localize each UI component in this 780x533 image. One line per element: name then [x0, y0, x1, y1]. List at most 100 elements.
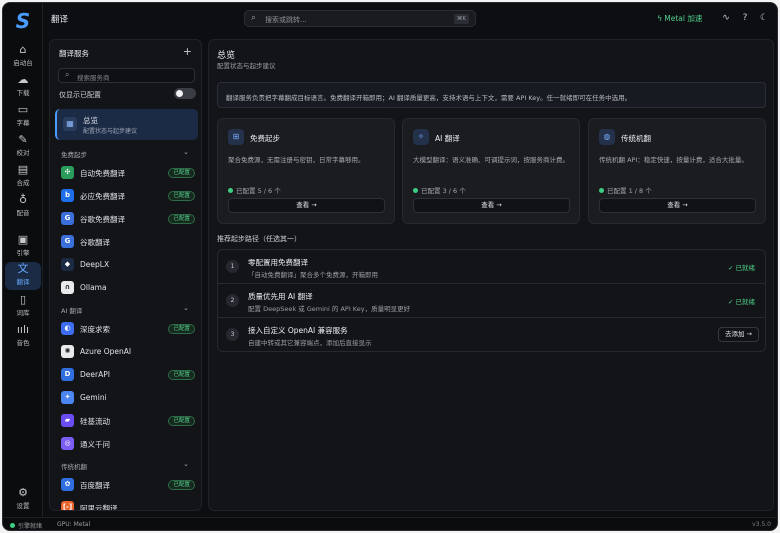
- rail-item-settings[interactable]: ⚙ 设置: [5, 486, 41, 514]
- card-traditional: ◍ 传统机翻 传统机翻 API：稳定快速，按量计费，适合大批量。 已配置 1 /…: [588, 118, 766, 224]
- status-dot: [228, 188, 233, 193]
- provider-item[interactable]: ✦ Gemini: [61, 389, 198, 407]
- provider-item[interactable]: G 谷歌翻译: [61, 233, 198, 251]
- provider-name: DeepLX: [80, 260, 110, 269]
- provider-item[interactable]: b 必应免费翻译 已配置: [61, 187, 198, 205]
- provider-name: 谷歌翻译: [80, 238, 110, 247]
- provider-logo-icon: ∩: [61, 281, 74, 294]
- add-custom-button[interactable]: 去添加 →: [717, 327, 759, 342]
- waveform-icon: ıılı: [16, 323, 30, 336]
- provider-item[interactable]: ◐ 深度求索 已配置: [61, 320, 198, 338]
- engine-status: 引擎就绪: [18, 523, 43, 530]
- group-header-ai[interactable]: AI 翻译 ⌄: [61, 304, 189, 315]
- app-window: S ⌂ 启动台 ☁ 下载 ▭ 字幕 ✎ 校对 ▤ 合成 ♁ 配音 ▣ 引擎 文 …: [2, 2, 778, 531]
- nav-rail: S ⌂ 启动台 ☁ 下载 ▭ 字幕 ✎ 校对 ▤ 合成 ♁ 配音 ▣ 引擎 文 …: [3, 3, 43, 517]
- configured-badge: 已配置: [168, 214, 195, 224]
- card-free: ⊞ 免费起步 聚合免费源，无需注册与密钥，日常字幕够用。 已配置 5 / 6 个…: [217, 118, 395, 224]
- subtitle-icon: ▭: [17, 103, 29, 116]
- global-search-input[interactable]: ⌕ 搜索或跳转... ⌘K: [244, 10, 476, 27]
- provider-name: DeerAPI: [80, 370, 110, 379]
- rail-item-glossary[interactable]: ▯ 词库: [5, 293, 41, 321]
- group-header-traditional[interactable]: 传统机翻 ⌄: [61, 460, 189, 471]
- help-icon[interactable]: ?: [738, 11, 752, 25]
- pen-icon: ✎: [18, 133, 28, 146]
- engine-status-dot: [10, 523, 15, 528]
- provider-name: 深度求索: [80, 325, 110, 334]
- top-bar: 翻译 ⌕ 搜索或跳转... ⌘K ϟ Metal 加速 ∿ ? ☾: [43, 3, 777, 35]
- sparkle-icon: ✧: [413, 129, 429, 145]
- card-status: 已配置 5 / 6 个: [228, 185, 281, 195]
- add-provider-button[interactable]: +: [183, 45, 192, 58]
- configured-badge: 已配置: [168, 370, 195, 380]
- grid-icon: ▦: [63, 117, 77, 131]
- configured-badge: 已配置: [168, 416, 195, 426]
- rail-item-proofread[interactable]: ✎ 校对: [5, 133, 41, 161]
- provider-name: 必应免费翻译: [80, 192, 125, 201]
- section-subtitle: 配置状态与起步建议: [217, 62, 276, 70]
- rail-item-launchpad[interactable]: ⌂ 启动台: [5, 43, 41, 71]
- provider-item[interactable]: G 谷歌免费翻译 已配置: [61, 210, 198, 228]
- sidebar-item-overview[interactable]: ▦ 总览 配置状态与起步建议: [55, 109, 198, 140]
- chevron-down-icon: ⌄: [183, 460, 189, 468]
- card-ai: ✧ AI 翻译 大模型翻译：语义准确、可调提示词，按服务商计费。 已配置 3 /…: [402, 118, 580, 224]
- search-icon: ⌕: [251, 13, 257, 23]
- gear-icon: ⚙: [18, 486, 28, 499]
- configured-only-toggle[interactable]: [174, 88, 196, 99]
- gift-icon: ⊞: [228, 129, 244, 145]
- rail-item-subtitle[interactable]: ▭ 字幕: [5, 103, 41, 131]
- provider-name: Gemini: [80, 393, 107, 402]
- recommend-heading: 推荐起步路径（任选其一）: [217, 235, 301, 243]
- bolt-icon: ϟ: [657, 14, 663, 23]
- view-ai-button[interactable]: 查看 →: [413, 198, 570, 213]
- sidebar-title: 翻译服务: [59, 49, 89, 58]
- rail-item-download[interactable]: ☁ 下载: [5, 73, 41, 101]
- provider-logo-icon: G: [61, 235, 74, 248]
- configured-badge: 已配置: [168, 191, 195, 201]
- step-row: 2 质量优先用 AI 翻译 配置 DeepSeek 或 Gemini 的 API…: [218, 284, 765, 318]
- configured-badge: 已配置: [168, 168, 195, 178]
- home-icon: ⌂: [19, 43, 27, 56]
- activity-icon[interactable]: ∿: [719, 11, 733, 25]
- chevron-down-icon: ⌄: [183, 148, 189, 156]
- provider-search-input[interactable]: ⌕ 搜索服务商: [58, 68, 195, 83]
- provider-logo-icon: ◎: [61, 437, 74, 450]
- rail-item-translate[interactable]: 文 翻译: [5, 262, 41, 290]
- shortcut-badge: ⌘K: [453, 14, 469, 24]
- mic-icon: ♁: [18, 193, 28, 206]
- provider-item[interactable]: ✣ 自动免费翻译 已配置: [61, 164, 198, 182]
- step-row: 3 接入自定义 OpenAI 兼容服务 自建中转或其它兼容端点，添加后直接显示 …: [218, 318, 765, 351]
- status-dot: [599, 188, 604, 193]
- provider-name: 阿里云翻译: [80, 504, 118, 511]
- provider-item[interactable]: D DeerAPI 已配置: [61, 366, 198, 384]
- search-icon: ⌕: [65, 70, 70, 79]
- view-traditional-button[interactable]: 查看 →: [599, 198, 756, 213]
- main-content: 总览 配置状态与起步建议 翻译服务负责把字幕翻成目标语言。免费翻译开箱即用；AI…: [208, 39, 774, 511]
- version-label: v3.5.0: [752, 521, 771, 528]
- provider-name: 自动免费翻译: [80, 169, 125, 178]
- download-icon: ☁: [17, 73, 29, 86]
- provider-item[interactable]: ∩ Ollama: [61, 279, 198, 297]
- provider-name: 百度翻译: [80, 481, 110, 490]
- page-title: 翻译: [51, 15, 69, 25]
- provider-item[interactable]: [-] 阿里云翻译: [61, 499, 198, 511]
- rail-item-dubbing[interactable]: ♁ 配音: [5, 193, 41, 221]
- provider-item[interactable]: ◆ DeepLX: [61, 256, 198, 274]
- provider-name: Ollama: [80, 283, 107, 292]
- provider-item[interactable]: ✿ 百度翻译 已配置: [61, 476, 198, 494]
- provider-logo-icon: ◐: [61, 322, 74, 335]
- group-header-free[interactable]: 免费起步 ⌄: [61, 148, 189, 159]
- rail-item-voice[interactable]: ıılı 音色: [5, 323, 41, 351]
- globe-icon: ◍: [599, 129, 615, 145]
- rail-item-engine[interactable]: ▣ 引擎: [5, 233, 41, 261]
- provider-item[interactable]: ◎ 通义千问: [61, 435, 198, 453]
- provider-item[interactable]: ✺ Azure OpenAI: [61, 343, 198, 361]
- provider-logo-icon: ✦: [61, 391, 74, 404]
- metal-accel-indicator[interactable]: ϟ Metal 加速: [657, 13, 702, 24]
- theme-moon-icon[interactable]: ☾: [757, 11, 771, 25]
- configured-only-label: 仅显示已配置: [59, 91, 101, 99]
- provider-item[interactable]: ▰ 硅基流动 已配置: [61, 412, 198, 430]
- rail-item-compose[interactable]: ▤ 合成: [5, 163, 41, 191]
- status-dot: [413, 188, 418, 193]
- view-free-button[interactable]: 查看 →: [228, 198, 385, 213]
- gpu-status: GPU: Metal: [57, 521, 91, 528]
